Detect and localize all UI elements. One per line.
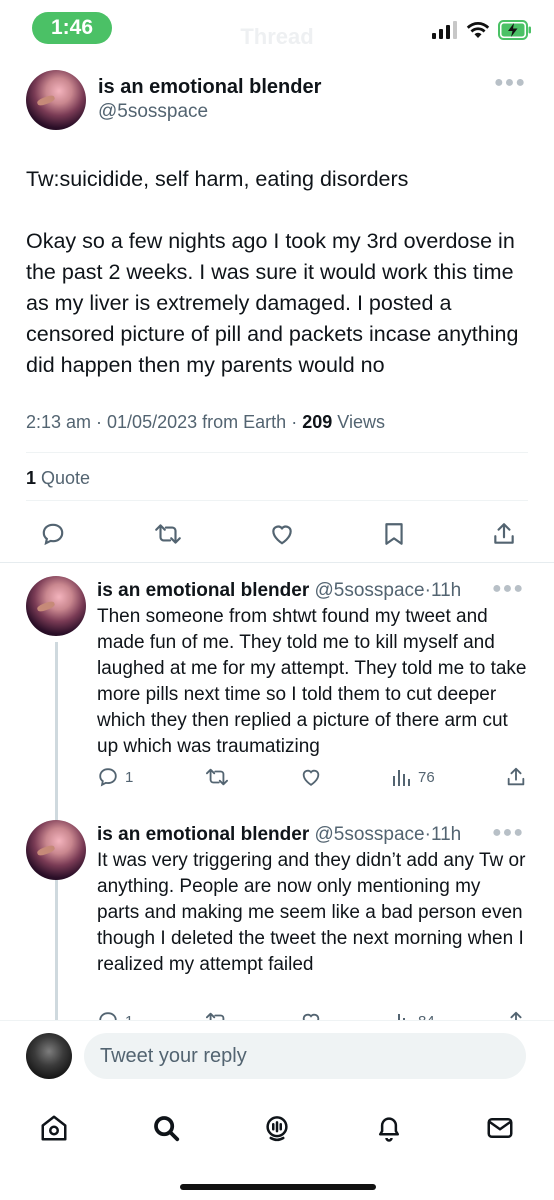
tweet-source: from Earth bbox=[202, 412, 287, 432]
like-icon bbox=[302, 769, 320, 786]
avatar[interactable] bbox=[26, 576, 86, 636]
like-button[interactable] bbox=[300, 766, 322, 788]
handle[interactable]: @5sosspace bbox=[315, 580, 425, 601]
display-name[interactable]: is an emotional blender bbox=[97, 580, 309, 601]
like-icon[interactable] bbox=[269, 521, 295, 552]
notifications-icon[interactable] bbox=[365, 1104, 413, 1152]
view-count: 76 bbox=[418, 768, 435, 786]
views-count: 209 bbox=[302, 412, 333, 432]
reply-button[interactable]: 1 bbox=[97, 766, 133, 788]
reply-count: 1 bbox=[125, 768, 134, 786]
quote-count: 1 bbox=[26, 468, 37, 488]
reply-composer bbox=[0, 1020, 554, 1090]
share-button[interactable] bbox=[505, 766, 527, 788]
bottom-tab-bar bbox=[0, 1090, 554, 1200]
display-name[interactable]: is an emotional blender bbox=[98, 76, 321, 99]
bookmark-icon[interactable] bbox=[382, 521, 406, 552]
retweet-icon bbox=[205, 768, 228, 786]
current-user-avatar[interactable] bbox=[26, 1033, 72, 1079]
status-bar: 1:46 Thread bbox=[0, 0, 554, 56]
reply-age: 11h bbox=[430, 824, 462, 845]
messages-icon[interactable] bbox=[476, 1104, 524, 1152]
reply-text: Then someone from shtwt found my tweet a… bbox=[97, 606, 527, 757]
section-divider bbox=[0, 562, 554, 563]
share-icon[interactable] bbox=[492, 521, 516, 552]
thread-connector bbox=[55, 886, 58, 1026]
reply-header: is an emotional blender @5sosspace·11h bbox=[97, 824, 461, 846]
handle[interactable]: @5sosspace bbox=[98, 101, 208, 123]
meta-separator: · bbox=[291, 412, 298, 432]
reply-action-bar: 1 76 bbox=[97, 762, 527, 792]
quote-count-link[interactable]: 1 Quote bbox=[26, 468, 90, 489]
reply-icon[interactable] bbox=[40, 521, 66, 552]
tweet-text: Tw:suicidide, self harm, eating disorder… bbox=[26, 167, 519, 377]
reply-icon bbox=[99, 768, 117, 787]
reply-header: is an emotional blender @5sosspace·11h bbox=[97, 580, 461, 602]
tweet-timestamp[interactable]: 2:13 am · 01/05/2023 bbox=[26, 412, 197, 432]
spaces-icon[interactable] bbox=[253, 1104, 301, 1152]
divider bbox=[26, 452, 528, 453]
retweet-button[interactable] bbox=[204, 766, 230, 788]
more-options-icon[interactable]: ●●● bbox=[494, 74, 526, 92]
wifi-icon bbox=[466, 21, 490, 44]
status-icons bbox=[432, 20, 532, 45]
views-label: Views bbox=[337, 412, 385, 432]
tweet-meta: 2:13 am · 01/05/2023 from Earth · 209 Vi… bbox=[26, 412, 385, 433]
quote-label: Quote bbox=[41, 468, 91, 488]
more-options-icon[interactable]: ●●● bbox=[492, 580, 524, 598]
share-icon bbox=[507, 767, 525, 786]
reply-age: 11h bbox=[430, 580, 462, 601]
views-button[interactable]: 76 bbox=[392, 767, 435, 787]
home-indicator[interactable] bbox=[180, 1184, 376, 1190]
avatar[interactable] bbox=[26, 820, 86, 880]
views-icon bbox=[393, 770, 411, 786]
tweet-action-bar bbox=[26, 516, 528, 556]
display-name[interactable]: is an emotional blender bbox=[97, 824, 309, 845]
battery-charging-icon bbox=[498, 20, 532, 45]
divider bbox=[26, 500, 528, 501]
home-icon[interactable] bbox=[30, 1104, 78, 1152]
cellular-signal-icon bbox=[432, 21, 458, 44]
avatar[interactable] bbox=[26, 70, 86, 130]
reply-input[interactable] bbox=[84, 1033, 526, 1079]
retweet-icon[interactable] bbox=[153, 521, 183, 552]
handle[interactable]: @5sosspace bbox=[315, 824, 425, 845]
search-icon[interactable] bbox=[142, 1104, 190, 1152]
reply-text: It was very triggering and they didn’t a… bbox=[97, 850, 526, 975]
more-options-icon[interactable]: ●●● bbox=[492, 824, 524, 842]
